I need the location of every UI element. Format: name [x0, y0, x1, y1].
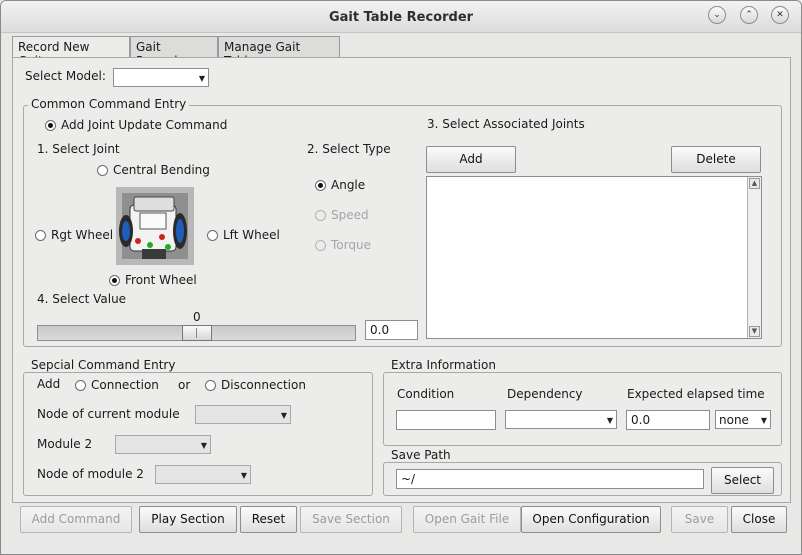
extra-info-group	[383, 372, 782, 446]
front-wheel-radio[interactable]	[109, 275, 120, 286]
open-configuration-button[interactable]: Open Configuration	[521, 506, 661, 533]
reset-button[interactable]: Reset	[240, 506, 297, 533]
save-section-button[interactable]: Save Section	[300, 506, 402, 533]
disconnection-label: Disconnection	[221, 378, 306, 392]
add-joint-label: Add Joint Update Command	[61, 118, 228, 132]
chevron-down-icon: ▼	[280, 411, 287, 420]
lft-wheel-radio[interactable]	[207, 230, 218, 241]
torque-radio[interactable]	[315, 240, 326, 251]
app-window: Gait Table Recorder ⌄ ⌃ ✕ Record New Gai…	[0, 0, 802, 555]
special-command-title: Sepcial Command Entry	[28, 358, 179, 372]
add-joint-button[interactable]: Add	[426, 146, 516, 173]
scroll-up-icon[interactable]: ▲	[749, 178, 760, 189]
torque-label: Torque	[331, 238, 371, 252]
tab-gait-records[interactable]: Gait Records	[130, 36, 218, 68]
or-label: or	[178, 378, 191, 392]
open-gait-file-button[interactable]: Open Gait File	[413, 506, 521, 533]
node-current-label: Node of current module	[37, 407, 180, 421]
robot-module-image	[116, 187, 194, 265]
value-slider-thumb[interactable]	[182, 325, 212, 341]
save-button[interactable]: Save	[671, 506, 728, 533]
save-path-field[interactable]: ~/	[396, 469, 704, 489]
time-unit-select[interactable]: none ▼	[715, 410, 771, 429]
play-section-button[interactable]: Play Section	[139, 506, 237, 533]
condition-field[interactable]	[396, 410, 496, 430]
central-bending-label: Central Bending	[113, 163, 210, 177]
close-window-button[interactable]: ✕	[771, 6, 789, 24]
rgt-wheel-label: Rgt Wheel	[51, 228, 114, 242]
associated-joints-list[interactable]: ▲ ▼	[426, 176, 762, 339]
angle-label: Angle	[331, 178, 366, 192]
dependency-label: Dependency	[507, 387, 583, 401]
dependency-select[interactable]: ▼	[505, 410, 617, 429]
time-unit-value: none	[719, 413, 749, 427]
common-command-title: Common Command Entry	[28, 97, 190, 111]
front-wheel-label: Front Wheel	[125, 273, 197, 287]
select-type-label: 2. Select Type	[307, 142, 391, 156]
window-title: Gait Table Recorder	[328, 10, 474, 25]
connection-radio[interactable]	[75, 380, 86, 391]
disconnection-radio[interactable]	[205, 380, 216, 391]
associated-joints-label: 3. Select Associated Joints	[427, 117, 585, 131]
speed-radio[interactable]	[315, 210, 326, 221]
node-module2-label: Node of module 2	[37, 467, 144, 481]
module2-label: Module 2	[37, 437, 93, 451]
add-joint-radio[interactable]	[45, 120, 56, 131]
chevron-down-icon: ▼	[198, 74, 205, 83]
select-value-label: 4. Select Value	[37, 292, 127, 306]
rgt-wheel-radio[interactable]	[35, 230, 46, 241]
scroll-down-icon[interactable]: ▼	[749, 326, 760, 337]
elapsed-time-field[interactable]: 0.0	[626, 410, 710, 430]
lft-wheel-label: Lft Wheel	[223, 228, 280, 242]
speed-label: Speed	[331, 208, 369, 222]
central-bending-radio[interactable]	[97, 165, 108, 176]
add-command-button[interactable]: Add Command	[20, 506, 132, 533]
delete-joint-button[interactable]: Delete	[671, 146, 761, 173]
list-scrollbar[interactable]: ▲ ▼	[747, 177, 761, 338]
select-path-button[interactable]: Select	[711, 467, 774, 494]
angle-radio[interactable]	[315, 180, 326, 191]
chevron-down-icon: ▼	[760, 416, 767, 425]
extra-info-title: Extra Information	[388, 358, 499, 372]
elapsed-time-label: Expected elapsed time	[627, 387, 765, 401]
chevron-down-icon: ▼	[240, 471, 247, 480]
close-button[interactable]: Close	[731, 506, 787, 533]
save-path-title: Save Path	[388, 448, 454, 462]
tab-manage-gait-table[interactable]: Manage Gait Table	[218, 36, 340, 68]
select-model-label: Select Model:	[25, 69, 106, 83]
title-bar[interactable]: Gait Table Recorder ⌄ ⌃ ✕	[1, 1, 801, 33]
module2-select[interactable]: ▼	[115, 435, 211, 454]
connection-label: Connection	[91, 378, 159, 392]
select-joint-label: 1. Select Joint	[37, 142, 120, 156]
special-add-label: Add	[37, 377, 61, 391]
model-select[interactable]: ▼	[113, 68, 209, 87]
node-module2-select[interactable]: ▼	[155, 465, 251, 484]
minimize-button[interactable]: ⌄	[708, 6, 726, 24]
value-field[interactable]: 0.0	[365, 320, 418, 340]
chevron-down-icon: ▼	[200, 441, 207, 450]
node-current-select[interactable]: ▼	[195, 405, 291, 424]
chevron-down-icon: ▼	[606, 416, 613, 425]
condition-label: Condition	[397, 387, 455, 401]
maximize-button[interactable]: ⌃	[740, 6, 758, 24]
tab-record-new-gaits[interactable]: Record New Gaits	[12, 36, 130, 68]
slider-value-label: 0	[193, 310, 201, 324]
